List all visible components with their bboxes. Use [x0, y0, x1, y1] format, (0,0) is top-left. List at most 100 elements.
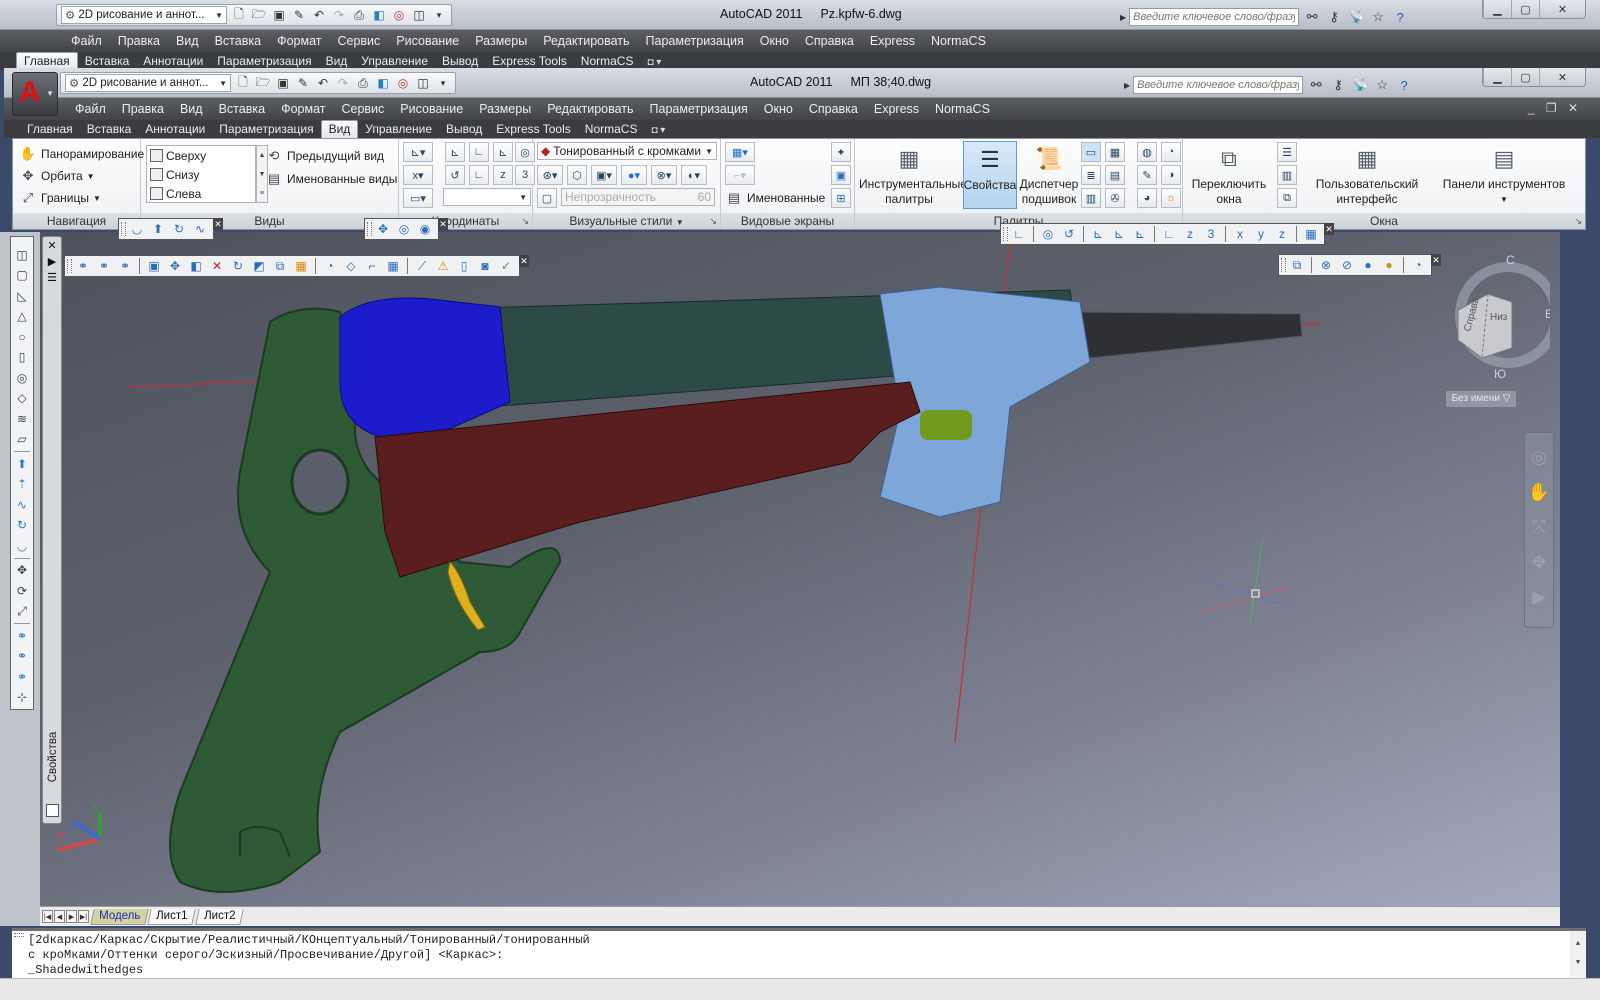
drawing-viewport[interactable]: X Y Z — [40, 232, 1560, 908]
ribbon-tab[interactable]: NormaCS — [578, 121, 645, 138]
menu-item[interactable]: Параметризация — [642, 102, 756, 116]
menu-item[interactable]: Рисование — [392, 102, 471, 116]
palette-sun[interactable]: ◕ — [1137, 188, 1157, 208]
tile-vertical-button[interactable]: ▥ — [1277, 165, 1297, 185]
application-menu-button[interactable]: A ▼ — [12, 72, 58, 116]
redo-icon[interactable]: ↷ — [331, 7, 347, 23]
ucs-named-icon[interactable]: ◎ — [1039, 225, 1057, 243]
loft-icon[interactable]: ◡ — [13, 536, 31, 556]
menu-item[interactable]: NormaCS — [927, 102, 998, 116]
polysolid-icon[interactable]: ◫ — [13, 245, 31, 265]
copy-faces-icon[interactable]: ⧉ — [271, 257, 289, 275]
menu-item[interactable]: Сервис — [333, 102, 392, 116]
conceptual-icon[interactable]: ● — [1380, 256, 1398, 274]
ucs-world-button[interactable]: ∟ — [469, 142, 489, 162]
menu-item[interactable]: Размеры — [471, 102, 539, 116]
compass-south[interactable]: Ю — [1494, 367, 1506, 381]
sweep-icon[interactable]: ∿ — [191, 220, 209, 238]
new-icon[interactable]: 🗋 — [231, 7, 247, 23]
menu-item[interactable]: Вид — [172, 102, 211, 116]
close-icon[interactable]: ✕ — [438, 218, 448, 230]
viewcube[interactable]: Справа Низ С В Ю — [1450, 250, 1550, 390]
palette-quickcalc[interactable]: ▤ — [1105, 165, 1125, 185]
dropdown-icon[interactable]: ▾ — [431, 7, 447, 23]
menu-item[interactable]: Редактировать — [539, 102, 641, 116]
menu-item[interactable]: NormaCS — [923, 34, 994, 48]
last-tab-icon[interactable]: ▶| — [78, 910, 89, 923]
save-as-icon[interactable]: ✎ — [291, 7, 307, 23]
redo-icon[interactable]: ↷ — [335, 75, 351, 91]
palette-info[interactable]: ✇ — [1105, 188, 1125, 208]
ucs-view-button[interactable]: ⊾ — [493, 142, 513, 162]
union-icon[interactable]: ⚭ — [13, 626, 31, 646]
minimize-button[interactable]: ▁ — [1483, 0, 1511, 18]
revolve-icon[interactable]: ↻ — [170, 220, 188, 238]
compass-north[interactable]: С — [1506, 253, 1515, 267]
close-button[interactable]: ✕ — [1539, 68, 1585, 86]
planar-surface-icon[interactable]: ▱ — [13, 430, 31, 450]
ucs-combo[interactable]: ▼ — [443, 188, 531, 206]
maximize-button[interactable]: ▢ — [1511, 0, 1539, 18]
view-list[interactable]: Сверху Снизу Слева — [146, 145, 256, 203]
key-icon[interactable]: ⚷ — [1325, 9, 1343, 25]
close-icon[interactable]: ✕ — [1431, 254, 1441, 266]
ucs-previous-button[interactable]: ↺ — [445, 165, 465, 185]
cone-icon[interactable]: △ — [13, 307, 31, 327]
properties-button[interactable]: ☰ Свойства — [963, 141, 1017, 209]
delete-faces-icon[interactable]: ✕ — [208, 257, 226, 275]
clip-viewport-button[interactable]: ▣ — [831, 165, 851, 185]
named-viewports-button[interactable]: ▤ Именованные — [725, 189, 825, 207]
lighting-button[interactable]: ▣▾ — [591, 165, 617, 185]
ucs-rotate-y-icon[interactable]: y — [1252, 225, 1270, 243]
search-input[interactable] — [1129, 8, 1300, 26]
check-icon[interactable]: ▯ — [455, 257, 473, 275]
steering-wheel-icon[interactable]: ◎ — [1531, 447, 1547, 468]
extrude-icon[interactable]: ⬆ — [13, 454, 31, 474]
toolbars-button[interactable]: ▤ Панели инструментов ▼ — [1429, 141, 1579, 209]
ucs-zaxis-icon[interactable]: z — [1181, 225, 1199, 243]
properties-palette-collapsed[interactable]: ✕ ▶ ☰ Свойства — [42, 236, 62, 824]
opacity-toggle[interactable]: ▢ — [537, 188, 557, 208]
orbit-globe-icon[interactable]: ◎ — [391, 7, 407, 23]
palette-materials[interactable]: ◍ — [1137, 142, 1157, 162]
help-icon[interactable]: ? — [1395, 78, 1413, 93]
extrude-faces-icon[interactable]: ▣ — [145, 257, 163, 275]
workspace-select[interactable]: ⚙ 2D рисование и аннот... ▼ — [65, 74, 231, 92]
palette-dbconnect[interactable]: ▥ — [1081, 188, 1101, 208]
move-faces-icon[interactable]: ✥ — [166, 257, 184, 275]
user-interface-button[interactable]: ▦ Пользовательский интерфейс — [1311, 141, 1423, 209]
close-icon[interactable]: ✕ — [43, 237, 61, 253]
xray-button[interactable]: ◐▾ — [681, 165, 707, 185]
tab-model[interactable]: Модель — [90, 908, 149, 925]
ucs-face-icon[interactable]: ⊾ — [1131, 225, 1149, 243]
ucs-z-button[interactable]: z — [493, 165, 513, 185]
copy-edges-icon[interactable]: ◔ — [321, 257, 339, 275]
menu-item[interactable]: Размеры — [467, 34, 535, 48]
subtract-icon[interactable]: ⚭ — [13, 647, 31, 667]
satellite-icon[interactable]: 📡 — [1347, 9, 1365, 25]
opacity-slider[interactable]: Непрозрачность 60 — [561, 188, 715, 206]
menu-item[interactable]: Рисование — [388, 34, 467, 48]
solid-check-icon[interactable]: ✓ — [497, 257, 515, 275]
tool-palettes-button[interactable]: ▦ Инструментальные палитры — [857, 141, 967, 209]
cube-icon[interactable]: ◫ — [411, 7, 427, 23]
separate-icon[interactable]: ⟋ — [413, 257, 431, 275]
materials-button[interactable]: ⊗▾ — [651, 165, 677, 185]
3d-wireframe-icon[interactable]: ⊗ — [1317, 256, 1335, 274]
free-orbit-icon[interactable]: ◎ — [395, 220, 413, 238]
palette-command-line[interactable]: ▭ — [1081, 142, 1101, 162]
tab-layout1[interactable]: Лист1 — [147, 908, 197, 925]
wedge-icon[interactable]: ◺ — [13, 286, 31, 306]
ucs-rotate-z-icon[interactable]: z — [1273, 225, 1291, 243]
showmotion-icon[interactable]: ▶ — [1532, 587, 1546, 608]
edge-effects-button[interactable]: ⊛▾ — [537, 165, 563, 185]
search-input[interactable] — [1133, 76, 1304, 94]
ucs-face-button[interactable]: ▭▾ — [403, 188, 433, 208]
helix-icon[interactable]: ≋ — [13, 409, 31, 429]
menu-item[interactable]: Правка — [114, 102, 172, 116]
viewport-layout-button[interactable]: ⊞ — [831, 188, 851, 208]
ribbon-tab[interactable]: Главная — [20, 121, 80, 138]
union-icon[interactable]: ⚭ — [74, 257, 92, 275]
color-edges-icon[interactable]: ◇ — [342, 257, 360, 275]
ucs-origin-icon[interactable]: ∟ — [1160, 225, 1178, 243]
